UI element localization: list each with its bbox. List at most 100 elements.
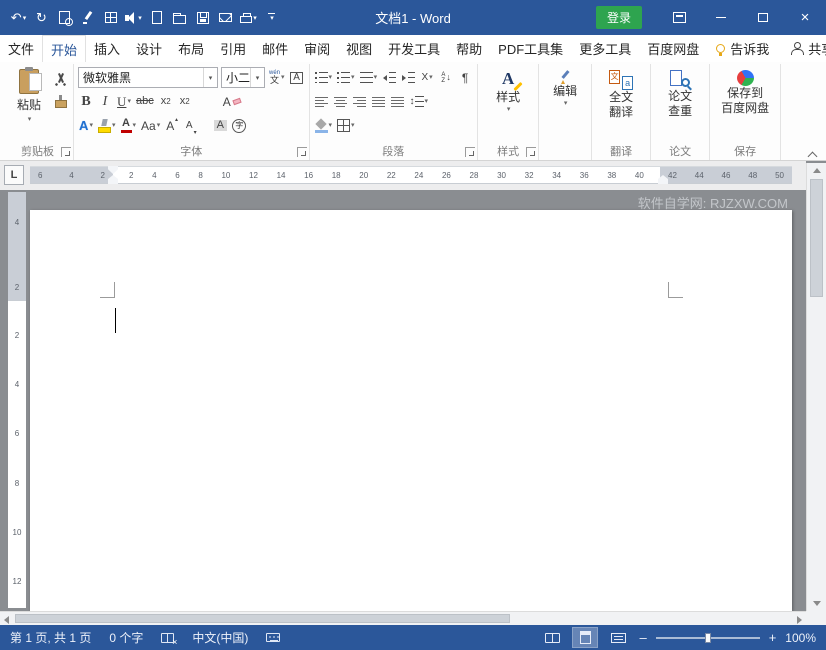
text-effects-button[interactable]: A ▾ (78, 116, 94, 136)
read-mode-button[interactable] (540, 628, 564, 647)
tell-me-box[interactable]: 告诉我 (707, 35, 778, 62)
paste-button[interactable]: 粘贴 ▾ (6, 67, 52, 123)
language-indicator[interactable]: 中文(中国) (192, 629, 248, 646)
tab-mailings[interactable]: 邮件 (254, 35, 296, 62)
email-button[interactable] (217, 7, 234, 29)
bold-button[interactable]: B (78, 92, 94, 112)
quick-print-button[interactable]: ▾ (240, 7, 257, 29)
character-shading-button[interactable]: A (212, 116, 228, 136)
sign-in-button[interactable]: 登录 (595, 6, 642, 29)
zoom-slider[interactable] (655, 632, 760, 643)
multilevel-list-button[interactable]: ▾ (359, 68, 379, 88)
tab-pdf-tools[interactable]: PDF工具集 (490, 35, 571, 62)
customize-qat-button[interactable]: ▾ (263, 7, 280, 29)
horizontal-scrollbar[interactable] (0, 611, 806, 625)
save-button[interactable] (194, 7, 211, 29)
cut-button[interactable] (54, 73, 67, 86)
tab-layout[interactable]: 布局 (170, 35, 212, 62)
align-left-button[interactable] (314, 92, 330, 112)
tab-home[interactable]: 开始 (42, 35, 87, 62)
paragraph-dialog-launcher[interactable] (465, 147, 476, 157)
font-size-select[interactable]: 小二 ▾ (221, 67, 265, 88)
phonetic-guide-button[interactable]: wén 文 ▾ (268, 68, 286, 88)
shading-button[interactable]: ▾ (314, 116, 334, 136)
editing-button[interactable]: 编辑 ▾ (543, 67, 587, 108)
print-preview-button[interactable] (56, 7, 73, 29)
tab-baidu-netdisk[interactable]: 百度网盘 (639, 35, 707, 62)
align-center-button[interactable] (333, 92, 349, 112)
scroll-right-arrow[interactable] (797, 616, 802, 624)
styles-dialog-launcher[interactable] (526, 147, 537, 157)
input-mode-button[interactable] (266, 633, 281, 642)
clipboard-dialog-launcher[interactable] (61, 147, 71, 157)
tab-developer[interactable]: 开发工具 (380, 35, 448, 62)
maximize-button[interactable] (742, 0, 784, 35)
read-aloud-button[interactable]: ▾ (125, 7, 142, 29)
print-layout-button[interactable] (572, 627, 599, 648)
document-page[interactable] (30, 210, 792, 611)
horizontal-scroll-thumb[interactable] (15, 614, 510, 623)
paper-check-button[interactable]: 论文 查重 (655, 67, 705, 119)
minimize-button[interactable] (700, 0, 742, 35)
tab-stop-selector[interactable]: L (4, 165, 24, 185)
decrease-indent-button[interactable] (381, 68, 397, 88)
scroll-up-arrow[interactable] (813, 168, 821, 173)
font-dialog-launcher[interactable] (296, 147, 307, 157)
tab-design[interactable]: 设计 (128, 35, 170, 62)
vertical-ruler[interactable]: 42 2 4 6 8 10 12 (8, 192, 26, 608)
proofing-status-button[interactable] (161, 632, 177, 647)
open-button[interactable] (171, 7, 188, 29)
collapse-ribbon-button[interactable] (805, 148, 819, 162)
character-border-button[interactable]: A (289, 68, 305, 88)
distribute-button[interactable] (390, 92, 406, 112)
enclose-characters-button[interactable]: 字 (231, 116, 247, 136)
subscript-button[interactable]: x2 (158, 92, 174, 112)
zoom-out-button[interactable]: – (639, 630, 646, 645)
shrink-font-button[interactable]: A ▾ (183, 116, 199, 136)
share-button[interactable]: 共享 (778, 35, 826, 62)
new-document-button[interactable] (148, 7, 165, 29)
tab-more-tools[interactable]: 更多工具 (571, 35, 639, 62)
undo-button[interactable]: ↶ ▾ (10, 7, 27, 29)
chevron-down-icon[interactable]: ▾ (250, 68, 264, 87)
increase-indent-button[interactable] (400, 68, 416, 88)
borders-button[interactable]: ▾ (336, 116, 356, 136)
ribbon-display-options-button[interactable] (658, 0, 700, 35)
redo-button[interactable]: ↻ (33, 7, 50, 29)
horizontal-ruler[interactable]: 642 2 4 6 8 10 12 14 16 18 20 22 24 26 28 30 32 34 36 38 40… (30, 166, 792, 184)
tab-insert[interactable]: 插入 (86, 35, 128, 62)
numbering-button[interactable]: ▾ (336, 68, 356, 88)
tab-file[interactable]: 文件 (0, 35, 42, 62)
asian-layout-button[interactable]: X ▾ (419, 68, 435, 88)
bullets-button[interactable]: ▾ (314, 68, 334, 88)
web-layout-button[interactable] (606, 628, 630, 647)
tab-view[interactable]: 视图 (338, 35, 380, 62)
font-name-select[interactable]: 微软雅黑 ▾ (78, 67, 218, 88)
zoom-level[interactable]: 100% (785, 631, 816, 645)
zoom-in-button[interactable]: + (769, 630, 777, 645)
word-count[interactable]: 0 个字 (109, 629, 143, 646)
italic-button[interactable]: I (97, 92, 113, 112)
underline-button[interactable]: U ▾ (116, 92, 132, 112)
styles-button[interactable]: A 样式 ▾ (482, 67, 534, 114)
spelling-grammar-button[interactable] (79, 7, 96, 29)
vertical-scroll-thumb[interactable] (810, 179, 823, 297)
show-marks-button[interactable]: ¶ (457, 68, 473, 88)
tab-references[interactable]: 引用 (212, 35, 254, 62)
scroll-left-arrow[interactable] (4, 616, 9, 624)
full-text-translate-button[interactable]: 文a 全文 翻译 (596, 67, 646, 120)
tab-help[interactable]: 帮助 (448, 35, 490, 62)
vertical-scrollbar[interactable] (806, 163, 826, 611)
grow-font-button[interactable]: A ▾ (164, 116, 180, 136)
page-indicator[interactable]: 第 1 页, 共 1 页 (10, 629, 91, 646)
draw-table-button[interactable] (102, 7, 119, 29)
tab-review[interactable]: 审阅 (296, 35, 338, 62)
line-spacing-button[interactable]: ↕ ▾ (409, 92, 430, 112)
text-highlight-button[interactable]: ▾ (97, 116, 117, 136)
clear-formatting-button[interactable]: A (222, 92, 242, 112)
font-color-button[interactable]: A ▾ (120, 116, 138, 136)
zoom-slider-thumb[interactable] (704, 632, 711, 643)
close-button[interactable]: × (784, 0, 826, 35)
save-to-netdisk-button[interactable]: 保存到 百度网盘 (714, 67, 776, 116)
change-case-button[interactable]: Aa ▾ (140, 116, 161, 136)
